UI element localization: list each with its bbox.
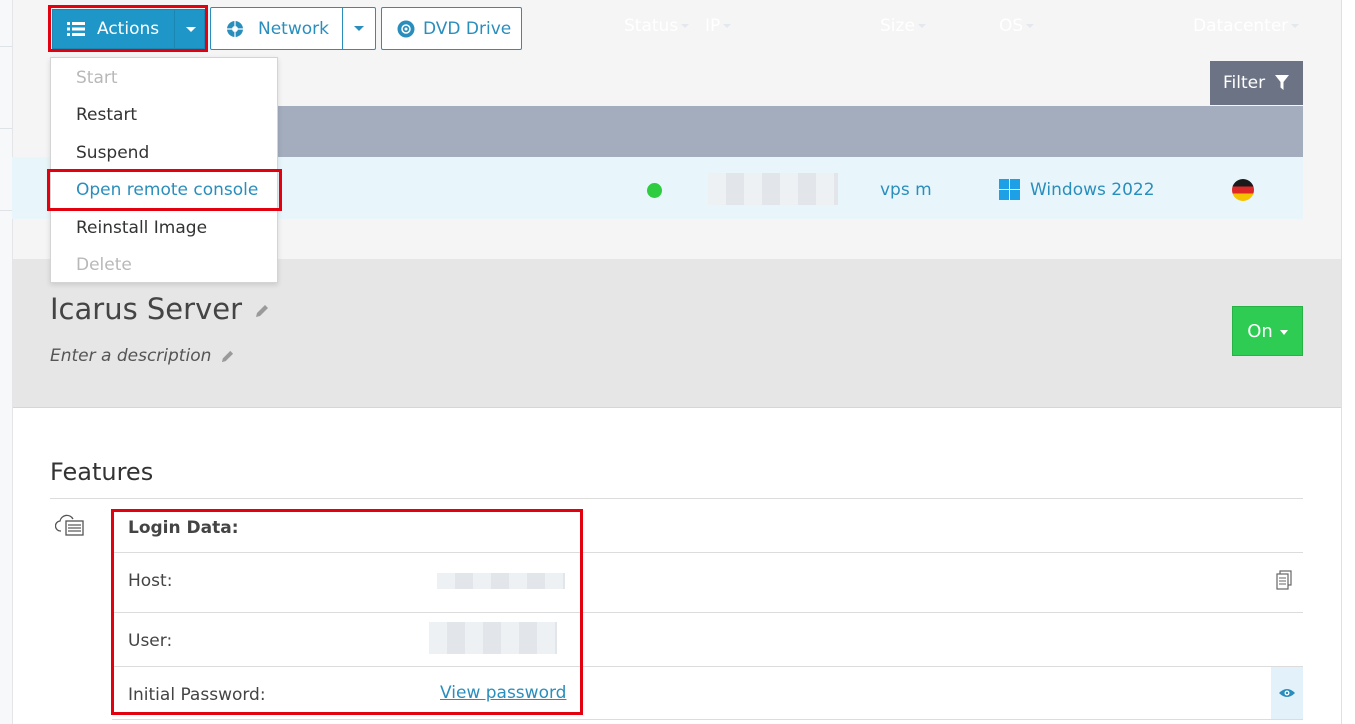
pencil-icon[interactable] xyxy=(221,350,234,363)
network-icon xyxy=(227,20,243,37)
menu-item-open-remote-console[interactable]: Open remote console xyxy=(76,180,258,200)
menu-item-restart[interactable]: Restart xyxy=(76,105,137,125)
user-label: User: xyxy=(128,631,173,651)
menu-item-suspend[interactable]: Suspend xyxy=(76,143,149,163)
menu-item-start[interactable]: Start xyxy=(76,68,118,88)
left-sidebar-strip xyxy=(0,0,13,724)
chevron-down-icon xyxy=(1279,329,1288,335)
initial-password-label: Initial Password: xyxy=(128,685,266,705)
column-header-datacenter[interactable]: Datacenter xyxy=(1193,16,1300,36)
user-value-redacted xyxy=(429,622,557,654)
column-header-ip[interactable]: IP xyxy=(705,16,732,36)
status-online-indicator xyxy=(647,183,662,198)
network-button[interactable]: Network xyxy=(210,7,343,50)
list-icon xyxy=(67,22,85,36)
host-label: Host: xyxy=(128,571,173,591)
chevron-down-icon xyxy=(354,26,364,31)
filter-icon xyxy=(1275,75,1290,90)
actions-button[interactable]: Actions xyxy=(52,9,205,49)
eye-icon xyxy=(1279,689,1295,697)
column-header-status[interactable]: Status xyxy=(624,16,690,36)
server-icon xyxy=(55,514,84,536)
windows-icon xyxy=(999,179,1020,200)
column-header-os[interactable]: OS xyxy=(999,16,1035,36)
copy-icon[interactable] xyxy=(1276,570,1292,590)
host-value-redacted xyxy=(437,573,565,589)
actions-label: Actions xyxy=(97,19,160,39)
actions-dropdown-menu: Start Restart Suspend Open remote consol… xyxy=(50,57,278,283)
dvd-label: DVD Drive xyxy=(423,18,512,39)
server-description[interactable]: Enter a description xyxy=(50,346,234,366)
column-header-size[interactable]: Size xyxy=(880,16,926,36)
login-data-heading: Login Data: xyxy=(128,518,239,538)
filter-label: Filter xyxy=(1223,73,1266,93)
filter-button[interactable]: Filter xyxy=(1210,61,1303,105)
menu-item-reinstall-image[interactable]: Reinstall Image xyxy=(76,218,207,238)
dvd-drive-button[interactable]: DVD Drive xyxy=(381,7,522,50)
disc-icon xyxy=(397,20,415,37)
germany-flag-icon xyxy=(1232,179,1254,201)
os-cell[interactable]: Windows 2022 xyxy=(1030,180,1155,200)
actions-caret-icon[interactable] xyxy=(186,27,196,32)
show-password-button[interactable] xyxy=(1271,667,1303,719)
menu-item-delete[interactable]: Delete xyxy=(76,255,132,275)
size-cell[interactable]: vps m xyxy=(880,180,932,200)
power-on-button[interactable]: On xyxy=(1232,306,1303,356)
features-heading: Features xyxy=(50,458,154,486)
ip-address-redacted xyxy=(708,173,838,205)
view-password-link[interactable]: View password xyxy=(440,683,566,703)
server-name[interactable]: Icarus Server xyxy=(50,292,269,326)
pencil-icon[interactable] xyxy=(255,304,269,318)
network-dropdown-toggle[interactable] xyxy=(342,7,376,50)
server-table-header xyxy=(278,106,1303,157)
network-label: Network xyxy=(258,18,329,39)
